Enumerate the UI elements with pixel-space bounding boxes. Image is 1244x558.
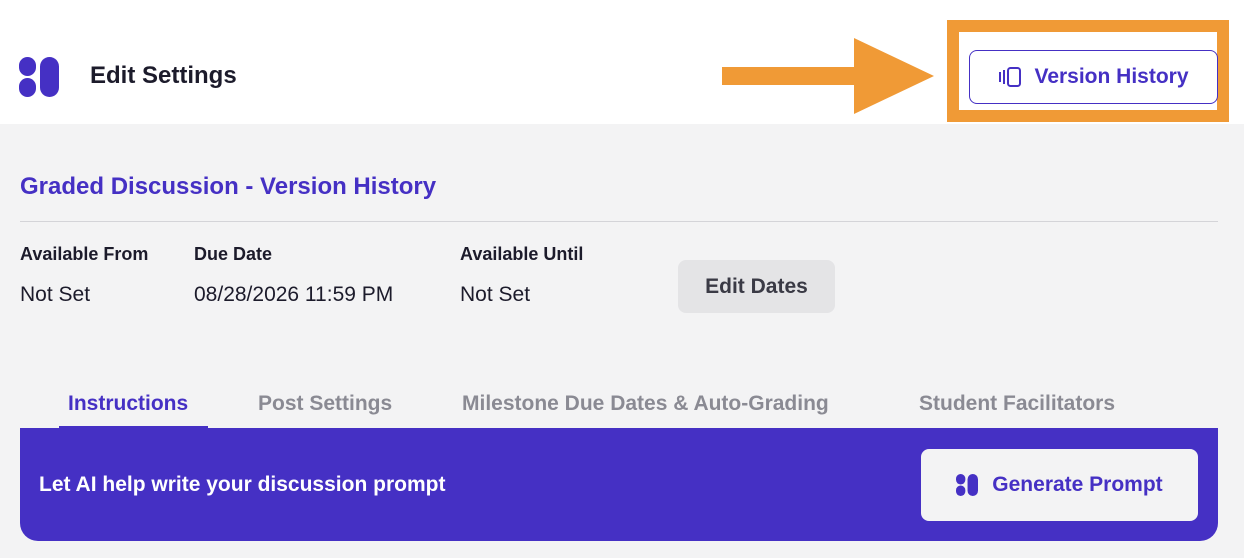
brand-logo-icon [19, 57, 59, 97]
edit-dates-button[interactable]: Edit Dates [678, 260, 835, 313]
available-until-label: Available Until [460, 244, 584, 264]
tab-milestone-due-dates[interactable]: Milestone Due Dates & Auto-Grading [462, 392, 829, 416]
available-from-label: Available From [20, 244, 149, 264]
page-title: Edit Settings [90, 62, 237, 89]
ai-banner-text: Let AI help write your discussion prompt [39, 473, 446, 496]
version-history-label: Version History [1034, 65, 1189, 88]
available-until-value: Not Set [460, 283, 531, 306]
tab-instructions[interactable]: Instructions [68, 392, 188, 416]
version-history-icon [999, 67, 1022, 87]
active-tab-indicator [59, 426, 208, 429]
tab-post-settings[interactable]: Post Settings [258, 392, 392, 416]
tab-student-facilitators[interactable]: Student Facilitators [919, 392, 1115, 416]
annotation-arrow [722, 38, 934, 114]
due-date-value: 08/28/2026 11:59 PM [194, 283, 394, 306]
generate-prompt-label: Generate Prompt [992, 473, 1163, 496]
due-date-label: Due Date [194, 244, 273, 264]
available-from-group: Available From Not Set [20, 244, 148, 307]
available-until-group: Available Until Not Set [460, 244, 583, 307]
discussion-title: Graded Discussion - Version History [20, 173, 437, 200]
generate-prompt-button[interactable]: Generate Prompt [921, 449, 1198, 521]
ai-prompt-banner: Let AI help write your discussion prompt… [20, 428, 1218, 541]
due-date-group: Due Date 08/28/2026 11:59 PM [194, 244, 393, 307]
available-from-value: Not Set [20, 283, 91, 306]
ai-logo-icon [956, 474, 979, 496]
section-divider [20, 221, 1218, 222]
version-history-button[interactable]: Version History [969, 50, 1218, 104]
